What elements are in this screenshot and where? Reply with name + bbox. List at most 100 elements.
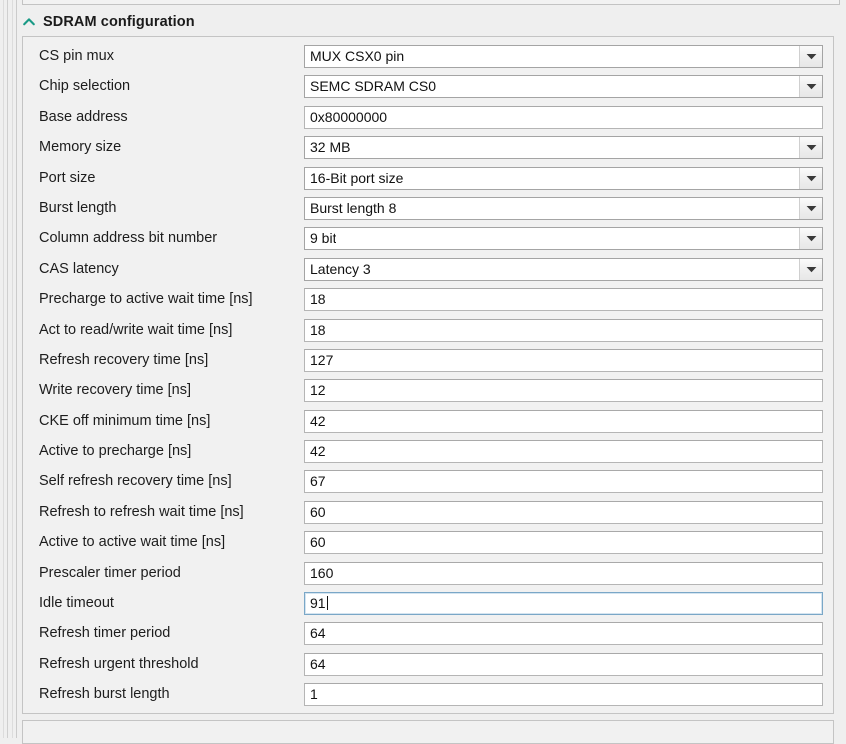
settings-row: CKE off minimum time [ns] 42	[23, 406, 833, 436]
settings-row: Refresh timer period 64	[23, 618, 833, 648]
field-text-input[interactable]: 60	[304, 500, 823, 524]
combobox-dropdown-button[interactable]	[799, 76, 822, 98]
field-combobox[interactable]: Latency 3	[304, 257, 823, 281]
settings-row: Burst length Burst length 8	[23, 193, 833, 223]
field-text-input[interactable]: 91	[304, 592, 823, 616]
chevron-down-icon	[806, 236, 816, 242]
field-value: 64	[310, 655, 326, 672]
field-label: Self refresh recovery time [ns]	[39, 473, 232, 490]
field-combobox[interactable]: 16-Bit port size	[304, 166, 823, 190]
field-combobox[interactable]: 9 bit	[304, 227, 823, 251]
field-label: Write recovery time [ns]	[39, 382, 192, 399]
settings-row: CS pin mux MUX CSX0 pin	[23, 41, 833, 71]
field-label: Active to precharge [ns]	[39, 443, 192, 460]
field-value: 9 bit	[310, 230, 337, 247]
field-label: Refresh recovery time [ns]	[39, 351, 209, 368]
field-text-input[interactable]: 64	[304, 652, 823, 676]
field-value: 42	[310, 443, 326, 460]
sdram-configuration-screen: SDRAM configuration CS pin mux MUX CSX0 p…	[0, 0, 846, 744]
field-text-input[interactable]: 60	[304, 531, 823, 555]
text-caret	[326, 596, 328, 611]
combobox-dropdown-button[interactable]	[799, 228, 822, 250]
field-value: 42	[310, 412, 326, 429]
field-text-input[interactable]: 42	[304, 440, 823, 464]
settings-row: Self refresh recovery time [ns] 67	[23, 466, 833, 496]
field-text-input[interactable]: 42	[304, 409, 823, 433]
settings-row: Refresh urgent threshold 64	[23, 649, 833, 679]
field-label: Chip selection	[39, 78, 131, 95]
section-title: SDRAM configuration	[43, 14, 195, 30]
field-text-input[interactable]: 160	[304, 561, 823, 585]
field-value: 127	[310, 351, 334, 368]
left-gutter-rail-3	[12, 0, 13, 738]
settings-row: CAS latency Latency 3	[23, 254, 833, 284]
field-text-input[interactable]: 0x80000000	[304, 105, 823, 129]
field-text-input[interactable]: 18	[304, 318, 823, 342]
field-label: Base address	[39, 108, 128, 125]
field-text-input[interactable]: 12	[304, 379, 823, 403]
settings-row: Base address 0x80000000	[23, 102, 833, 132]
left-gutter-rail-2	[7, 0, 8, 738]
settings-row: Refresh to refresh wait time [ns] 60	[23, 497, 833, 527]
field-text-input[interactable]: 67	[304, 470, 823, 494]
settings-row: Chip selection SEMC SDRAM CS0	[23, 71, 833, 101]
field-combobox[interactable]: MUX CSX0 pin	[304, 45, 823, 68]
field-text-input[interactable]: 127	[304, 348, 823, 372]
field-label: Refresh to refresh wait time [ns]	[39, 503, 244, 520]
settings-row: Prescaler timer period 160	[23, 558, 833, 588]
chevron-down-icon	[806, 145, 816, 151]
chevron-up-icon[interactable]	[22, 15, 36, 29]
field-label: Precharge to active wait time [ns]	[39, 291, 253, 308]
settings-row: Idle timeout 91	[23, 588, 833, 618]
settings-row: Refresh burst length 1	[23, 679, 833, 709]
section-header[interactable]: SDRAM configuration	[22, 10, 195, 34]
combobox-dropdown-button[interactable]	[799, 258, 822, 280]
combobox-dropdown-button[interactable]	[799, 46, 822, 67]
field-label: Refresh burst length	[39, 686, 170, 703]
field-label: CAS latency	[39, 260, 119, 277]
field-value: 160	[310, 564, 334, 581]
field-label: Port size	[39, 169, 96, 186]
field-label: Refresh timer period	[39, 625, 171, 642]
field-value: 18	[310, 321, 326, 338]
combobox-dropdown-button[interactable]	[799, 197, 822, 219]
field-text-input[interactable]: 18	[304, 288, 823, 312]
field-value: MUX CSX0 pin	[310, 48, 405, 64]
combobox-dropdown-button[interactable]	[799, 167, 822, 189]
field-value: SEMC SDRAM CS0	[310, 78, 437, 95]
field-label: Burst length	[39, 199, 117, 216]
settings-row-list: CS pin mux MUX CSX0 pin Chip selection SEMC…	[23, 41, 833, 710]
field-label: Prescaler timer period	[39, 564, 181, 581]
field-label: Refresh urgent threshold	[39, 655, 199, 672]
chevron-down-icon	[806, 205, 816, 212]
field-label: Act to read/write wait time [ns]	[39, 321, 233, 338]
field-combobox[interactable]: Burst length 8	[304, 196, 823, 220]
field-combobox[interactable]: 32 MB	[304, 136, 823, 160]
field-value: Burst length 8	[310, 199, 397, 216]
settings-row: Act to read/write wait time [ns] 18	[23, 315, 833, 345]
field-value: 16-Bit port size	[310, 169, 404, 186]
field-label: Column address bit number	[39, 230, 218, 247]
field-value: 18	[310, 291, 326, 308]
settings-row: Write recovery time [ns] 12	[23, 375, 833, 405]
settings-row: Active to active wait time [ns] 60	[23, 527, 833, 557]
field-combobox[interactable]: SEMC SDRAM CS0	[304, 75, 823, 99]
field-text-input[interactable]: 64	[304, 622, 823, 646]
settings-row: Memory size 32 MB	[23, 132, 833, 162]
settings-row: Column address bit number 9 bit	[23, 223, 833, 253]
field-value: 60	[310, 503, 326, 520]
field-label: Memory size	[39, 139, 122, 156]
field-value: 60	[310, 534, 326, 551]
field-label: CS pin mux	[39, 48, 114, 64]
chevron-down-icon	[806, 266, 816, 272]
left-gutter-rail-4	[16, 0, 17, 738]
field-label: Active to active wait time [ns]	[39, 534, 226, 551]
field-label: CKE off minimum time [ns]	[39, 412, 211, 429]
field-value: 0x80000000	[310, 108, 388, 125]
settings-row: Refresh recovery time [ns] 127	[23, 345, 833, 375]
combobox-dropdown-button[interactable]	[799, 137, 822, 159]
field-value: 1	[310, 686, 318, 703]
next-section-start	[22, 720, 834, 744]
field-text-input[interactable]: 1	[304, 683, 823, 707]
left-gutter-rail-1	[3, 0, 4, 738]
